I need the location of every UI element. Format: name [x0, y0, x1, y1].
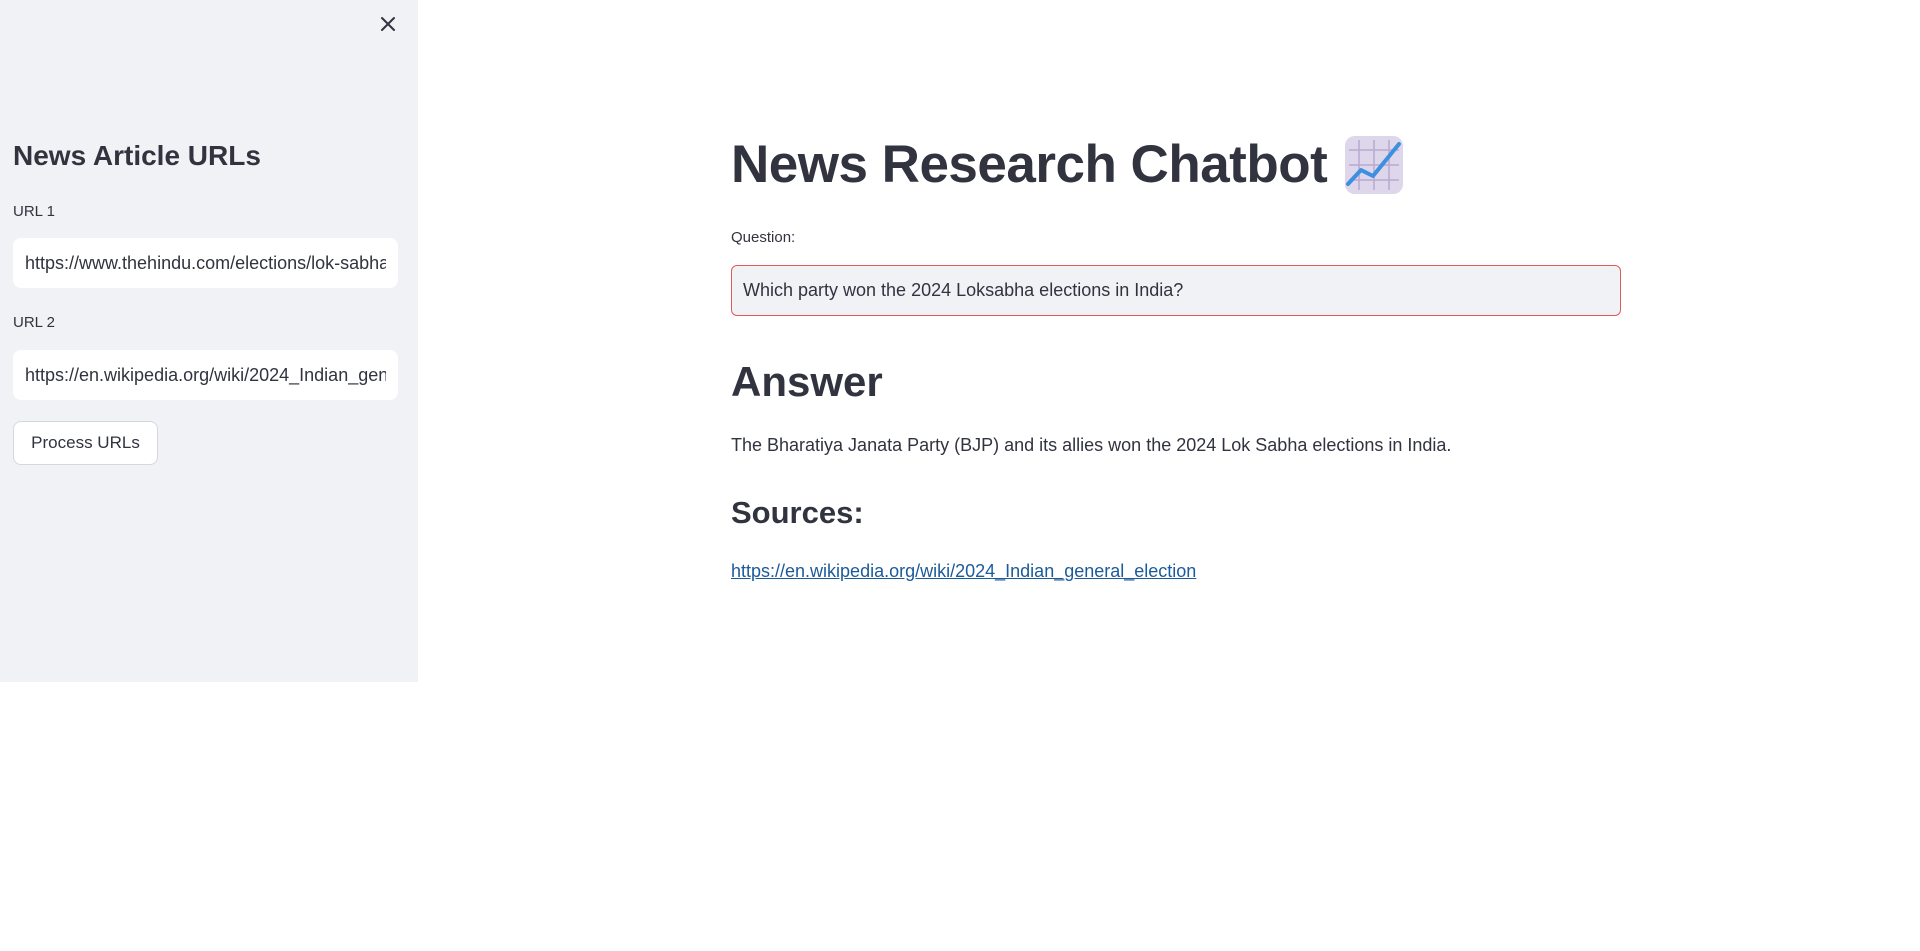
process-urls-button[interactable]: Process URLs [13, 421, 158, 465]
question-label: Question: [731, 229, 796, 246]
sidebar-title: News Article URLs [13, 140, 261, 171]
page-title: News Research Chatbot [731, 135, 1328, 194]
question-input[interactable] [731, 265, 1621, 316]
sidebar: News Article URLs URL 1 URL 2 Process UR… [0, 0, 418, 682]
sources-heading: Sources: [731, 495, 864, 530]
url1-label: URL 1 [13, 203, 55, 220]
chart-increasing-icon [1345, 135, 1404, 194]
answer-text: The Bharatiya Janata Party (BJP) and its… [731, 435, 1452, 455]
page-title-row: News Research Chatbot [731, 134, 1404, 195]
url2-input[interactable] [13, 350, 398, 400]
close-icon[interactable] [376, 12, 400, 36]
url2-label: URL 2 [13, 314, 55, 331]
answer-heading: Answer [731, 358, 883, 405]
url1-input[interactable] [13, 238, 398, 288]
source-link[interactable]: https://en.wikipedia.org/wiki/2024_India… [731, 561, 1196, 582]
